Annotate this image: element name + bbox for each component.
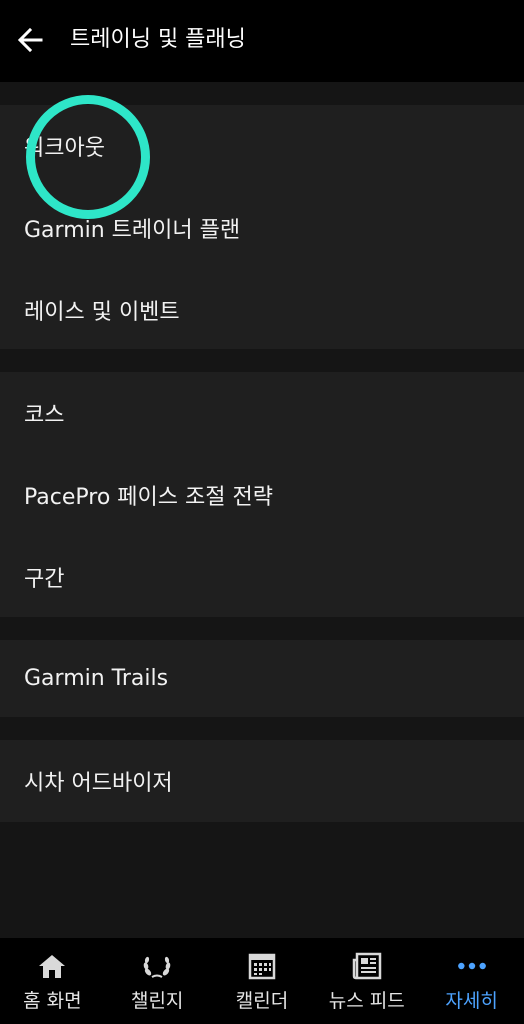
nav-home[interactable]: 홈 화면 (0, 938, 105, 1024)
menu-item-courses[interactable]: 코스 (0, 372, 524, 454)
app-header: 트레이닝 및 플래닝 (0, 0, 524, 82)
newspaper-icon (351, 950, 383, 982)
menu-item-pacepro[interactable]: PacePro 페이스 조절 전략 (0, 454, 524, 536)
nav-newsfeed[interactable]: 뉴스 피드 (314, 938, 419, 1024)
nav-calendar-label: 캘린더 (235, 990, 289, 1012)
menu-item-workouts[interactable]: 워크아웃 (0, 105, 524, 187)
menu-item-trainer-plan[interactable]: Garmin 트레이너 플랜 (0, 187, 524, 269)
menu-group-trails: Garmin Trails (0, 640, 524, 717)
back-button[interactable] (14, 24, 46, 56)
nav-challenges-label: 챌린지 (130, 990, 184, 1012)
menu-item-segments[interactable]: 구간 (0, 536, 524, 618)
nav-calendar[interactable]: 캘린더 (210, 938, 315, 1024)
page-title: 트레이닝 및 플래닝 (70, 27, 246, 52)
home-icon (36, 950, 68, 982)
nav-challenges[interactable]: 챌린지 (105, 938, 210, 1024)
laurel-icon (141, 950, 173, 982)
menu-group-jetlag: 시차 어드바이저 (0, 740, 524, 822)
bottom-nav: 홈 화면 챌린지 캘린더 뉴스 피드 자세히 (0, 938, 524, 1024)
arrow-left-icon (17, 27, 43, 53)
menu-group-courses: 코스 PacePro 페이스 조절 전략 구간 (0, 372, 524, 617)
menu-item-garmin-trails[interactable]: Garmin Trails (0, 640, 524, 717)
nav-newsfeed-label: 뉴스 피드 (328, 990, 405, 1012)
nav-more-label: 자세히 (445, 990, 498, 1012)
menu-item-jetlag-advisor[interactable]: 시차 어드바이저 (0, 740, 524, 822)
nav-home-label: 홈 화면 (23, 990, 82, 1012)
nav-more[interactable]: 자세히 (419, 938, 524, 1024)
menu-item-races-events[interactable]: 레이스 및 이벤트 (0, 269, 524, 351)
calendar-icon (246, 950, 278, 982)
menu-group-training: 워크아웃 Garmin 트레이너 플랜 레이스 및 이벤트 (0, 105, 524, 349)
more-dots-icon (456, 950, 488, 982)
